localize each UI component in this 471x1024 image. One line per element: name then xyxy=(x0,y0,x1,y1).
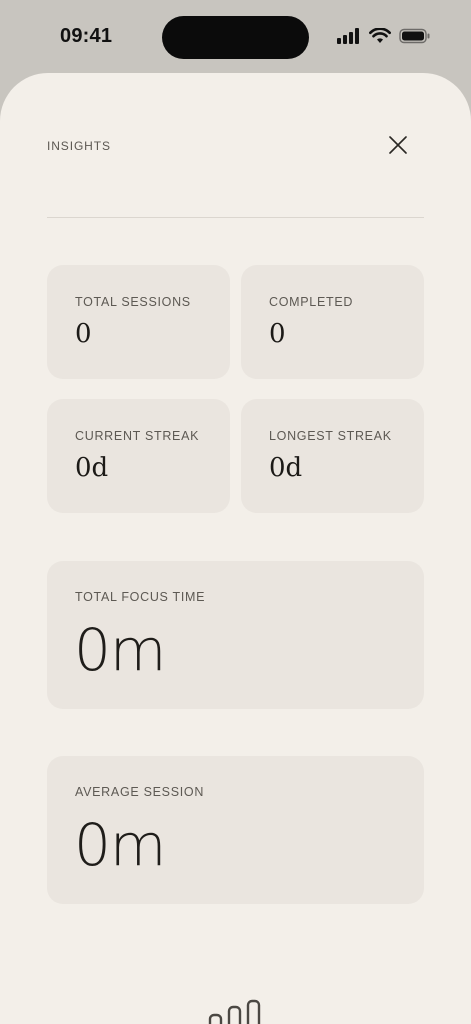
divider xyxy=(47,217,424,218)
total-focus-card: TOTAL FOCUS TIME 0m xyxy=(47,561,424,709)
page-title: INSIGHTS xyxy=(47,139,111,153)
status-bar: 09:41 xyxy=(0,0,471,76)
status-time: 09:41 xyxy=(60,25,113,47)
cellular-signal-icon xyxy=(337,28,359,44)
stat-card-longest-streak: LONGEST STREAK 0d xyxy=(241,399,424,513)
stat-card-total-sessions: TOTAL SESSIONS 0 xyxy=(47,265,230,379)
stat-label: COMPLETED xyxy=(269,295,354,309)
average-session-card: AVERAGE SESSION 0m xyxy=(47,756,424,904)
stat-value: 0d xyxy=(269,453,303,483)
average-session-value: 0m xyxy=(74,811,166,879)
stat-card-completed: COMPLETED 0 xyxy=(241,265,424,379)
close-button[interactable] xyxy=(385,132,411,158)
average-session-label: AVERAGE SESSION xyxy=(75,785,205,799)
stat-label: LONGEST STREAK xyxy=(269,429,392,443)
stat-value: 0 xyxy=(75,319,92,349)
stat-label: CURRENT STREAK xyxy=(75,429,200,443)
stat-label: TOTAL SESSIONS xyxy=(75,295,191,309)
wifi-icon xyxy=(369,28,391,43)
insights-sheet: INSIGHTS TOTAL SESSIONS 0 COMPLETED 0 CU… xyxy=(0,73,471,1024)
close-icon xyxy=(389,136,407,154)
total-focus-value: 0m xyxy=(74,616,166,684)
status-icons xyxy=(337,28,431,44)
stat-card-current-streak: CURRENT STREAK 0d xyxy=(47,399,230,513)
dynamic-island xyxy=(162,16,309,59)
battery-icon xyxy=(399,28,430,44)
stat-value: 0d xyxy=(75,453,109,483)
stat-value: 0 xyxy=(269,319,286,349)
total-focus-label: TOTAL FOCUS TIME xyxy=(75,590,206,604)
bar-chart-icon xyxy=(208,999,261,1024)
